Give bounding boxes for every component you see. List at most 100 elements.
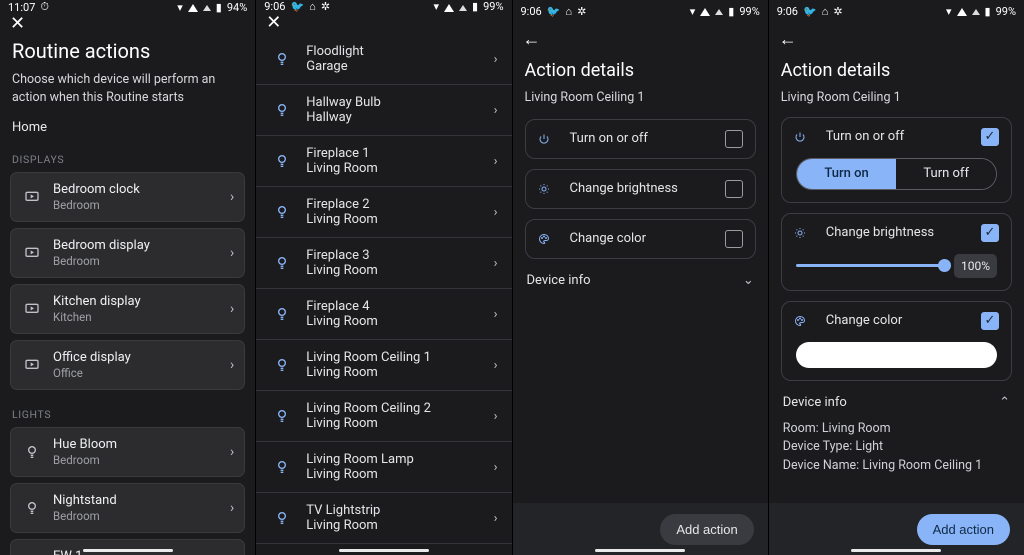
chevron-right-icon: ›	[494, 154, 498, 169]
checkbox-checked[interactable]: ✓	[981, 312, 999, 330]
page-title: Action details	[525, 60, 756, 81]
card-label: Change brightness	[570, 181, 725, 196]
row-title: Living Room Ceiling 2	[306, 401, 493, 416]
display-icon	[21, 189, 43, 205]
list-item[interactable]: Fireplace 2Living Room ›	[256, 187, 511, 238]
info-type-label: Device Type:	[783, 439, 852, 454]
checkbox[interactable]	[725, 180, 743, 198]
row-title: Fireplace 4	[306, 299, 493, 314]
bulb-icon	[270, 306, 294, 322]
card-label: Change brightness	[826, 225, 981, 240]
fan-icon: ✲	[577, 5, 586, 18]
row-sub: Living Room	[306, 314, 493, 329]
chevron-right-icon: ›	[494, 358, 498, 373]
status-bar: 11:07 ⏱ ▾ ▮ 94%	[0, 0, 255, 14]
row-title: Floodlight	[306, 44, 493, 59]
bulb-icon	[21, 444, 43, 460]
power-toggle[interactable]: Turn on Turn off	[796, 158, 997, 190]
status-alarm-icon: ⏱	[40, 0, 49, 14]
display-row[interactable]: Kitchen displayKitchen ›	[10, 284, 245, 334]
close-icon[interactable]: ✕	[266, 12, 281, 33]
row-sub: Hallway	[306, 110, 493, 125]
chevron-right-icon: ›	[222, 444, 234, 460]
breadcrumb-home[interactable]: Home	[12, 120, 243, 135]
signal-icon	[444, 4, 454, 12]
row-sub: Living Room	[306, 212, 493, 227]
list-item[interactable]: Living Room Ceiling 1Living Room ›	[256, 340, 511, 391]
bulb-icon	[270, 204, 294, 220]
light-row[interactable]: NightstandBedroom ›	[10, 483, 245, 533]
device-info-label: Device info	[783, 395, 847, 410]
card-brightness[interactable]: Change brightness	[525, 169, 756, 209]
row-sub: Living Room	[306, 467, 493, 482]
checkbox-checked[interactable]: ✓	[981, 128, 999, 146]
list-item[interactable]: TV LightstripLiving Room ›	[256, 493, 511, 544]
footer-bar: Add action	[769, 503, 1024, 555]
page-title: Routine actions	[12, 39, 243, 63]
add-action-button[interactable]: Add action	[660, 514, 753, 545]
page-title: Action details	[781, 60, 1012, 81]
signal-icon	[957, 8, 967, 16]
info-room-label: Room:	[783, 421, 819, 436]
status-bar: 9:06 🐦 ⌂ ✲ ▾ ▮ 99%	[769, 0, 1024, 22]
panel-action-details-collapsed: 9:06 🐦 ⌂ ✲ ▾ ▮ 99% ← Action details Livi…	[513, 0, 769, 555]
device-info-expander[interactable]: Device info ⌄	[513, 259, 768, 294]
status-battery: 99%	[483, 0, 503, 13]
row-sub: Bedroom	[53, 453, 222, 467]
card-color[interactable]: Change color	[525, 219, 756, 259]
display-row[interactable]: Office displayOffice ›	[10, 340, 245, 390]
bulb-icon	[21, 500, 43, 516]
row-sub: Living Room	[306, 161, 493, 176]
signal-icon	[700, 8, 710, 16]
slider-knob[interactable]	[938, 259, 951, 272]
row-sub: Living Room	[306, 263, 493, 278]
back-icon[interactable]: ←	[779, 29, 797, 50]
nav-pill	[339, 549, 429, 552]
brightness-slider[interactable]	[796, 264, 944, 267]
add-action-button[interactable]: Add action	[917, 514, 1010, 545]
row-sub: Office	[53, 366, 222, 380]
list-item[interactable]: Living Room Ceiling 2Living Room ›	[256, 391, 511, 442]
info-name-label: Device Name:	[783, 458, 859, 473]
device-info-label: Device info	[527, 273, 591, 288]
display-icon	[21, 245, 43, 261]
checkbox[interactable]	[725, 130, 743, 148]
list-item[interactable]: Hallway BulbHallway ›	[256, 85, 511, 136]
seg-turn-off[interactable]: Turn off	[896, 159, 996, 189]
signal-icon-2	[203, 5, 211, 11]
list-item[interactable]: Fireplace 1Living Room ›	[256, 136, 511, 187]
display-row[interactable]: Bedroom displayBedroom ›	[10, 228, 245, 278]
device-info-expander[interactable]: Device info ⌃	[769, 381, 1024, 416]
device-info-block: Room: Living Room Device Type: Light Dev…	[769, 416, 1024, 486]
back-icon[interactable]: ←	[523, 29, 541, 50]
palette-icon	[538, 231, 560, 247]
checkbox[interactable]	[725, 230, 743, 248]
seg-turn-on[interactable]: Turn on	[797, 159, 897, 189]
row-title: Fireplace 1	[306, 146, 493, 161]
bulb-icon	[270, 102, 294, 118]
card-label: Change color	[826, 313, 981, 328]
status-battery: 99%	[739, 5, 759, 18]
device-name: Living Room Ceiling 1	[781, 89, 1012, 107]
list-item[interactable]: Living Room LampLiving Room ›	[256, 442, 511, 493]
list-item[interactable]: FloodlightGarage ›	[256, 34, 511, 85]
color-swatch[interactable]	[796, 342, 997, 368]
light-row[interactable]: EW 1Entryway ›	[10, 539, 245, 555]
list-item[interactable]: Fireplace 4Living Room ›	[256, 289, 511, 340]
chevron-right-icon: ›	[222, 500, 234, 516]
display-row[interactable]: Bedroom clockBedroom ›	[10, 172, 245, 222]
signal-icon	[188, 4, 198, 12]
card-power: Turn on or off ✓ Turn on Turn off	[781, 117, 1012, 203]
light-row[interactable]: Hue BloomBedroom ›	[10, 427, 245, 477]
battery-icon: ▮	[472, 0, 478, 13]
wifi-icon: ▾	[690, 5, 696, 18]
section-displays: DISPLAYS	[12, 153, 243, 166]
checkbox-checked[interactable]: ✓	[981, 224, 999, 242]
close-icon[interactable]: ✕	[10, 13, 25, 34]
wifi-icon: ▾	[177, 1, 183, 14]
card-power[interactable]: Turn on or off	[525, 119, 756, 159]
card-brightness: Change brightness ✓ 100%	[781, 213, 1012, 291]
card-label: Turn on or off	[826, 129, 981, 144]
card-label: Turn on or off	[570, 131, 725, 146]
list-item[interactable]: Fireplace 3Living Room ›	[256, 238, 511, 289]
